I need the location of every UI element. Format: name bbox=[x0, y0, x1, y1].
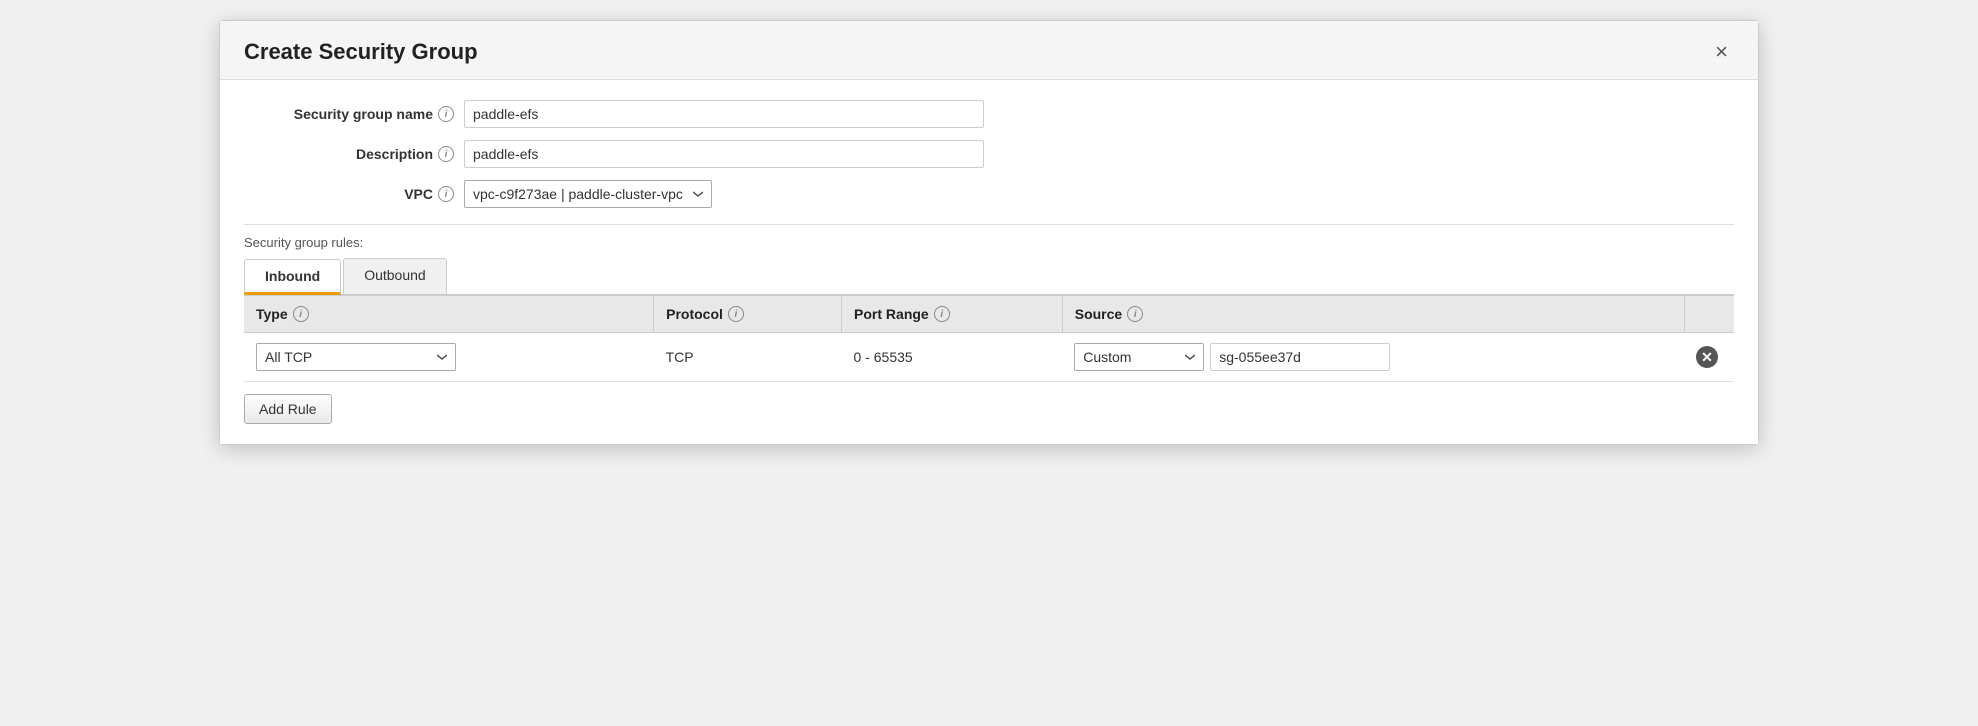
description-row: Description i bbox=[244, 140, 1734, 168]
table-row: All TCP All UDP All ICMP Custom TCP Rule… bbox=[244, 333, 1734, 382]
security-group-name-row: Security group name i bbox=[244, 100, 1734, 128]
protocol-value: TCP bbox=[666, 349, 694, 365]
col-header-action bbox=[1684, 296, 1734, 333]
rules-section-label: Security group rules: bbox=[244, 225, 1734, 258]
description-input[interactable] bbox=[464, 140, 984, 168]
col-header-type: Type i bbox=[244, 296, 654, 333]
rules-table: Type i Protocol i Port R bbox=[244, 295, 1734, 382]
add-rule-button[interactable]: Add Rule bbox=[244, 394, 332, 424]
delete-cell: ✕ bbox=[1684, 333, 1734, 382]
source-value-input[interactable] bbox=[1210, 343, 1390, 371]
tab-inbound[interactable]: Inbound bbox=[244, 259, 341, 295]
delete-rule-button[interactable]: ✕ bbox=[1696, 346, 1718, 368]
vpc-label: VPC i bbox=[244, 186, 464, 202]
vpc-info-icon[interactable]: i bbox=[438, 186, 454, 202]
type-select[interactable]: All TCP All UDP All ICMP Custom TCP Rule… bbox=[256, 343, 456, 371]
dialog-title: Create Security Group bbox=[244, 39, 478, 65]
source-container: Custom Anywhere My IP bbox=[1074, 343, 1672, 371]
port-range-info-icon[interactable]: i bbox=[934, 306, 950, 322]
close-button[interactable]: × bbox=[1709, 39, 1734, 65]
protocol-cell: TCP bbox=[654, 333, 842, 382]
vpc-select[interactable]: vpc-c9f273ae | paddle-cluster-vpc bbox=[464, 180, 712, 208]
security-group-name-label: Security group name i bbox=[244, 106, 464, 122]
delete-icon: ✕ bbox=[1696, 346, 1718, 368]
type-cell: All TCP All UDP All ICMP Custom TCP Rule… bbox=[244, 333, 654, 382]
rules-table-body: All TCP All UDP All ICMP Custom TCP Rule… bbox=[244, 333, 1734, 382]
rules-tabs: Inbound Outbound bbox=[244, 258, 1734, 295]
rules-table-header: Type i Protocol i Port R bbox=[244, 296, 1734, 333]
col-header-protocol: Protocol i bbox=[654, 296, 842, 333]
col-header-port-range: Port Range i bbox=[842, 296, 1063, 333]
vpc-row: VPC i vpc-c9f273ae | paddle-cluster-vpc bbox=[244, 180, 1734, 208]
description-label: Description i bbox=[244, 146, 464, 162]
protocol-info-icon[interactable]: i bbox=[728, 306, 744, 322]
security-group-name-info-icon[interactable]: i bbox=[438, 106, 454, 122]
col-header-source: Source i bbox=[1062, 296, 1684, 333]
type-info-icon[interactable]: i bbox=[293, 306, 309, 322]
source-cell: Custom Anywhere My IP bbox=[1062, 333, 1684, 382]
tab-outbound[interactable]: Outbound bbox=[343, 258, 447, 294]
rules-section: Security group rules: Inbound Outbound T… bbox=[244, 224, 1734, 424]
description-info-icon[interactable]: i bbox=[438, 146, 454, 162]
dialog-body: Security group name i Description i VPC … bbox=[220, 80, 1758, 444]
dialog-header: Create Security Group × bbox=[220, 21, 1758, 80]
port-range-cell: 0 - 65535 bbox=[842, 333, 1063, 382]
form-section: Security group name i Description i VPC … bbox=[244, 100, 1734, 208]
source-type-select[interactable]: Custom Anywhere My IP bbox=[1074, 343, 1204, 371]
security-group-name-input[interactable] bbox=[464, 100, 984, 128]
port-range-value: 0 - 65535 bbox=[854, 349, 913, 365]
create-security-group-dialog: Create Security Group × Security group n… bbox=[219, 20, 1759, 445]
source-info-icon[interactable]: i bbox=[1127, 306, 1143, 322]
